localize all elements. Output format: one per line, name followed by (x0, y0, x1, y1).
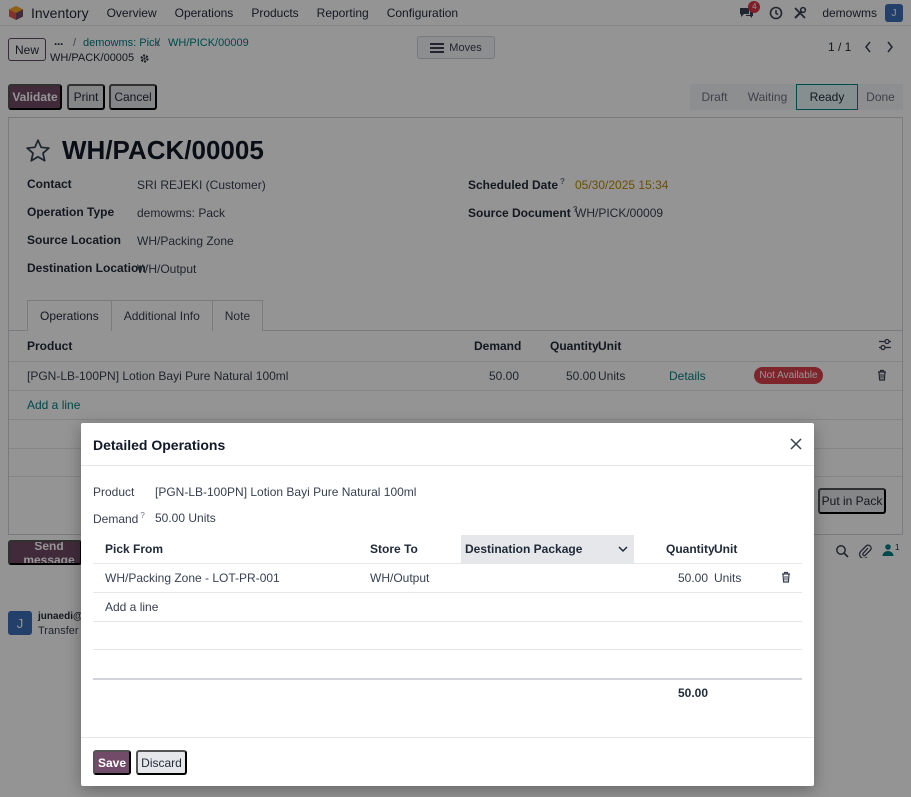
column-destination-package[interactable]: Destination Package (461, 535, 634, 563)
table-divider (93, 563, 802, 564)
column-destination-package-label: Destination Package (465, 542, 583, 556)
dialog-title: Detailed Operations (93, 437, 226, 453)
row-pick-from[interactable]: WH/Packing Zone - LOT-PR-001 (105, 571, 280, 585)
close-icon[interactable] (789, 437, 803, 451)
column-quantity[interactable]: Quantity (666, 542, 715, 556)
help-tooltip-icon[interactable]: ? (140, 511, 144, 520)
trash-icon[interactable] (780, 571, 792, 583)
dialog-footer-divider (81, 737, 814, 738)
product-label: Product (93, 485, 135, 499)
column-store-to[interactable]: Store To (370, 542, 418, 556)
table-divider (93, 621, 802, 622)
column-pick-from[interactable]: Pick From (105, 542, 163, 556)
table-footer-divider (93, 678, 802, 680)
demand-label-text: Demand (93, 512, 139, 526)
table-divider (93, 592, 802, 593)
quantity-total: 50.00 (677, 686, 708, 700)
save-button[interactable]: Save (93, 750, 131, 775)
row-quantity[interactable]: 50.00 (670, 571, 708, 585)
row-store-to[interactable]: WH/Output (370, 571, 429, 585)
discard-button[interactable]: Discard (136, 750, 187, 775)
row-unit[interactable]: Units (714, 571, 741, 585)
table-divider (93, 649, 802, 650)
add-line-link[interactable]: Add a line (105, 600, 158, 614)
product-value[interactable]: [PGN-LB-100PN] Lotion Bayi Pure Natural … (155, 485, 416, 499)
demand-label: Demand? (93, 511, 145, 526)
demand-value: 50.00 Units (155, 511, 216, 525)
dialog-header-divider (81, 465, 814, 466)
chevron-down-icon[interactable] (618, 544, 628, 554)
detailed-operations-dialog: Detailed Operations Product [PGN-LB-100P… (81, 423, 814, 786)
column-unit[interactable]: Unit (714, 542, 737, 556)
